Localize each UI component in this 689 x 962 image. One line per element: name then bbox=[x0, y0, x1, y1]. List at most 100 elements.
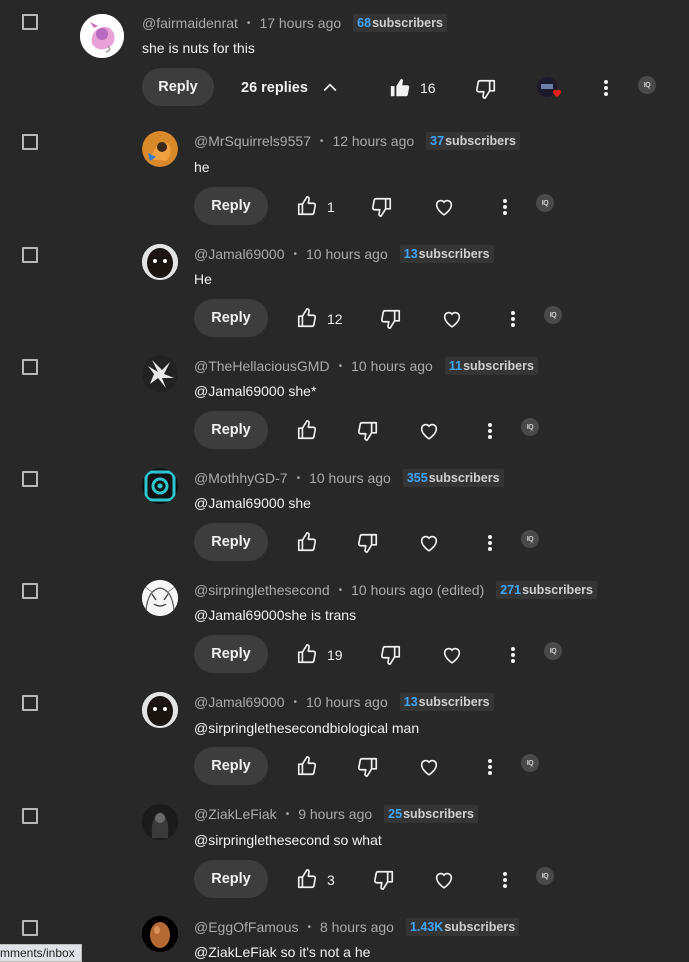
avatar[interactable] bbox=[142, 804, 178, 840]
heart-button[interactable] bbox=[417, 755, 441, 779]
author-name[interactable]: @TheHellaciousGMD bbox=[194, 358, 330, 374]
dislike-button[interactable] bbox=[474, 77, 498, 101]
author-name[interactable]: @sirpringlethesecond bbox=[194, 582, 330, 598]
avatar[interactable] bbox=[80, 14, 124, 58]
heart-button[interactable] bbox=[432, 195, 456, 219]
heart-button[interactable] bbox=[440, 643, 464, 667]
select-checkbox[interactable] bbox=[22, 359, 38, 375]
author-name[interactable]: @MothhyGD-7 bbox=[194, 470, 288, 486]
timestamp[interactable]: 9 hours ago bbox=[298, 806, 372, 822]
reply-button[interactable]: Reply bbox=[142, 68, 214, 106]
avatar-cyan-ring-icon bbox=[142, 468, 178, 504]
extension-icon[interactable]: IQ bbox=[544, 306, 562, 324]
comment-text: @Jamal69000 she* bbox=[194, 383, 317, 399]
extension-icon[interactable]: IQ bbox=[638, 76, 656, 94]
reply-button[interactable]: Reply bbox=[194, 860, 268, 898]
extension-icon[interactable]: IQ bbox=[521, 530, 539, 548]
more-actions-button[interactable] bbox=[503, 644, 523, 666]
timestamp[interactable]: 8 hours ago bbox=[320, 919, 394, 935]
subscriber-count: 355 bbox=[406, 471, 428, 485]
dislike-button[interactable] bbox=[371, 196, 393, 218]
extension-icon[interactable]: IQ bbox=[544, 642, 562, 660]
comment-text: she is nuts for this bbox=[142, 40, 255, 56]
more-actions-button[interactable] bbox=[495, 869, 515, 891]
dislike-button[interactable] bbox=[357, 532, 379, 554]
more-actions-button[interactable] bbox=[480, 756, 500, 778]
timestamp[interactable]: 10 hours ago bbox=[309, 470, 391, 486]
author-name[interactable]: @fairmaidenrat bbox=[142, 15, 238, 31]
timestamp[interactable]: 10 hours ago bbox=[306, 694, 388, 710]
dislike-button[interactable] bbox=[380, 644, 402, 666]
dislike-button[interactable] bbox=[380, 308, 402, 330]
subscriber-count: 1.43K bbox=[409, 920, 444, 934]
heart-button[interactable] bbox=[440, 307, 464, 331]
heart-button[interactable] bbox=[417, 531, 441, 555]
like-button[interactable] bbox=[296, 307, 318, 329]
avatar[interactable] bbox=[142, 244, 178, 280]
heart-button[interactable] bbox=[417, 419, 441, 443]
like-count: 16 bbox=[420, 80, 436, 96]
select-checkbox[interactable] bbox=[22, 583, 38, 599]
extension-icon[interactable]: IQ bbox=[536, 867, 554, 885]
like-button[interactable] bbox=[296, 643, 318, 665]
more-actions-button[interactable] bbox=[480, 532, 500, 554]
subscriber-badge: 13subscribers bbox=[399, 245, 494, 263]
avatar-white-splash-icon bbox=[142, 356, 178, 392]
select-checkbox[interactable] bbox=[22, 920, 38, 936]
author-name[interactable]: @Jamal69000 bbox=[194, 246, 285, 262]
dislike-button[interactable] bbox=[357, 420, 379, 442]
reply-button[interactable]: Reply bbox=[194, 747, 268, 785]
avatar[interactable] bbox=[142, 468, 178, 504]
dislike-button[interactable] bbox=[357, 756, 379, 778]
avatar[interactable] bbox=[142, 692, 178, 728]
reply-button[interactable]: Reply bbox=[194, 411, 268, 449]
dislike-icon bbox=[357, 533, 378, 553]
like-count: 1 bbox=[327, 199, 335, 215]
more-actions-button[interactable] bbox=[596, 77, 616, 99]
avatar[interactable] bbox=[142, 916, 178, 952]
select-checkbox[interactable] bbox=[22, 695, 38, 711]
select-checkbox[interactable] bbox=[22, 247, 38, 263]
extension-icon[interactable]: IQ bbox=[521, 754, 539, 772]
reply-button[interactable]: Reply bbox=[194, 187, 268, 225]
reply-button[interactable]: Reply bbox=[194, 635, 268, 673]
replies-toggle[interactable]: 26 replies bbox=[241, 78, 340, 98]
timestamp[interactable]: 17 hours ago bbox=[259, 15, 341, 31]
avatar[interactable] bbox=[142, 580, 178, 616]
reply-button[interactable]: Reply bbox=[194, 299, 268, 337]
comment-text: @Jamal69000she is trans bbox=[194, 607, 357, 623]
like-button[interactable] bbox=[388, 76, 412, 100]
heart-button[interactable] bbox=[432, 868, 456, 892]
like-button[interactable] bbox=[296, 755, 318, 777]
timestamp[interactable]: 12 hours ago bbox=[332, 133, 414, 149]
extension-icon[interactable]: IQ bbox=[521, 418, 539, 436]
select-checkbox[interactable] bbox=[22, 808, 38, 824]
heart-icon bbox=[420, 423, 438, 440]
comment-meta: @Jamal69000 • 10 hours ago 13subscribers bbox=[194, 693, 494, 711]
more-actions-button[interactable] bbox=[480, 420, 500, 442]
select-checkbox[interactable] bbox=[22, 471, 38, 487]
dislike-button[interactable] bbox=[373, 869, 395, 891]
more-actions-button[interactable] bbox=[503, 308, 523, 330]
avatar[interactable] bbox=[142, 131, 178, 167]
author-name[interactable]: @EggOfFamous bbox=[194, 919, 298, 935]
reply-button[interactable]: Reply bbox=[194, 523, 268, 561]
select-checkbox[interactable] bbox=[22, 14, 38, 30]
comment-text: @sirpringlethesecondbiological man bbox=[194, 720, 420, 736]
like-button[interactable] bbox=[296, 531, 318, 553]
extension-icon[interactable]: IQ bbox=[536, 194, 554, 212]
timestamp[interactable]: 10 hours ago bbox=[306, 246, 388, 262]
author-name[interactable]: @ZiakLeFiak bbox=[194, 806, 277, 822]
author-name[interactable]: @Jamal69000 bbox=[194, 694, 285, 710]
more-actions-button[interactable] bbox=[495, 196, 515, 218]
separator-dot: • bbox=[285, 808, 290, 820]
select-checkbox[interactable] bbox=[22, 134, 38, 150]
like-button[interactable] bbox=[296, 195, 318, 217]
avatar[interactable] bbox=[142, 356, 178, 392]
like-button[interactable] bbox=[296, 868, 318, 890]
timestamp[interactable]: 10 hours ago (edited) bbox=[351, 582, 484, 598]
timestamp[interactable]: 10 hours ago bbox=[351, 358, 433, 374]
comment-meta: @MothhyGD-7 • 10 hours ago 355subscriber… bbox=[194, 469, 504, 487]
like-button[interactable] bbox=[296, 419, 318, 441]
author-name[interactable]: @MrSquirrels9557 bbox=[194, 133, 311, 149]
